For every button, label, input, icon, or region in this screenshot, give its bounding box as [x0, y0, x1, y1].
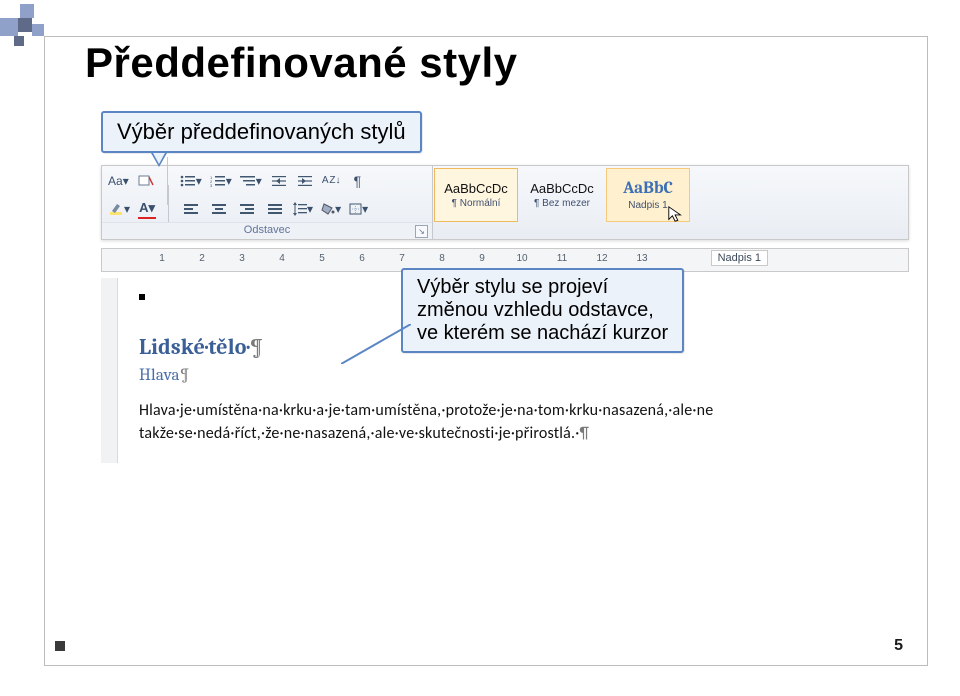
svg-text:3: 3	[210, 183, 213, 187]
page-title: Předdefinované styly	[85, 39, 901, 87]
vertical-ruler[interactable]	[101, 278, 118, 463]
dialog-launcher-icon[interactable]: ↘	[415, 225, 428, 238]
align-justify-icon[interactable]	[268, 204, 282, 214]
ruler-tick: 2	[199, 253, 205, 264]
text-highlight-icon[interactable]: ▾	[108, 200, 130, 218]
callout-connector-icon	[341, 324, 411, 364]
ruler-tick: 4	[279, 253, 285, 264]
font-color-icon[interactable]: A▾	[138, 199, 156, 219]
shading-icon[interactable]: ▾	[321, 200, 341, 218]
ruler-tick: 1	[159, 253, 165, 264]
ruler-style-tooltip: Nadpis 1	[711, 250, 768, 266]
ruler-tick: 3	[239, 253, 245, 264]
align-center-icon[interactable]	[212, 204, 226, 214]
align-right-icon[interactable]	[240, 204, 254, 214]
styles-gallery[interactable]: AaBbCcDc ¶ Normální AaBbCcDc ¶ Bez mezer…	[433, 166, 908, 239]
style-name: ¶ Bez mezer	[534, 198, 590, 209]
callout-text: Výběr předdefinovaných stylů	[101, 111, 422, 153]
style-sample: AaBbCcDc	[444, 181, 508, 196]
style-sample: AaBbCcDc	[530, 181, 594, 196]
slide-bullet-icon	[55, 641, 65, 651]
callout-style-effect: Výběr stylu se projeví změnou vzhledu od…	[401, 268, 684, 353]
numbering-icon[interactable]: 123▾	[210, 172, 232, 190]
doc-subheading[interactable]: Hlava¶	[139, 366, 893, 385]
ruler-tick: 9	[479, 253, 485, 264]
callout-line: Výběr stylu se projeví	[417, 276, 668, 299]
text-cursor-icon	[139, 294, 145, 300]
increase-indent-icon[interactable]	[296, 172, 314, 190]
clear-formatting-icon[interactable]	[137, 172, 155, 190]
style-name: Nadpis 1	[628, 200, 667, 211]
align-left-icon[interactable]	[184, 204, 198, 214]
mouse-cursor-icon	[667, 205, 685, 223]
style-name: ¶ Normální	[452, 198, 501, 209]
page-number: 5	[894, 637, 903, 655]
style-tile-normal[interactable]: AaBbCcDc ¶ Normální	[434, 168, 518, 222]
ruler-tick: 12	[596, 253, 607, 264]
sort-icon[interactable]: A Z↓	[322, 172, 341, 190]
ruler-tick: 7	[399, 253, 405, 264]
callout-style-picker: Výběr předdefinovaných stylů	[101, 111, 901, 153]
style-tile-heading1[interactable]: AaBbC Nadpis 1	[606, 168, 690, 222]
borders-icon[interactable]: ▾	[349, 200, 368, 218]
multilevel-list-icon[interactable]: ▾	[240, 172, 262, 190]
word-ribbon: Aa▾ ▾ 123▾ ▾	[101, 165, 909, 240]
ruler-tick: 5	[319, 253, 325, 264]
ruler-tick: 8	[439, 253, 445, 264]
ruler-tick: 11	[557, 253, 567, 264]
doc-body[interactable]: Hlava·je·umístěna·na·krku·a·je·tam·umíst…	[139, 399, 893, 445]
line-spacing-icon[interactable]: ▾	[293, 200, 313, 218]
group-label-paragraph: Odstavec ↘	[102, 222, 432, 239]
ruler-tick: 6	[359, 253, 365, 264]
show-marks-icon[interactable]: ¶	[348, 172, 366, 190]
decrease-indent-icon[interactable]	[270, 172, 288, 190]
ruler-tick: 13	[636, 253, 647, 264]
style-sample: AaBbC	[623, 179, 673, 198]
slide-frame: Předdefinované styly Výběr předdefinovan…	[44, 36, 928, 666]
bullets-icon[interactable]: ▾	[180, 172, 202, 190]
callout-line: ve kterém se nachází kurzor	[417, 322, 668, 345]
document-area: Výběr stylu se projeví změnou vzhledu od…	[101, 278, 907, 463]
callout-line: změnou vzhledu odstavce,	[417, 299, 668, 322]
ruler-tick: 10	[516, 253, 527, 264]
style-tile-no-spacing[interactable]: AaBbCcDc ¶ Bez mezer	[520, 168, 604, 222]
change-case-icon[interactable]: Aa▾	[108, 172, 129, 190]
callout-tail-icon	[151, 153, 167, 167]
